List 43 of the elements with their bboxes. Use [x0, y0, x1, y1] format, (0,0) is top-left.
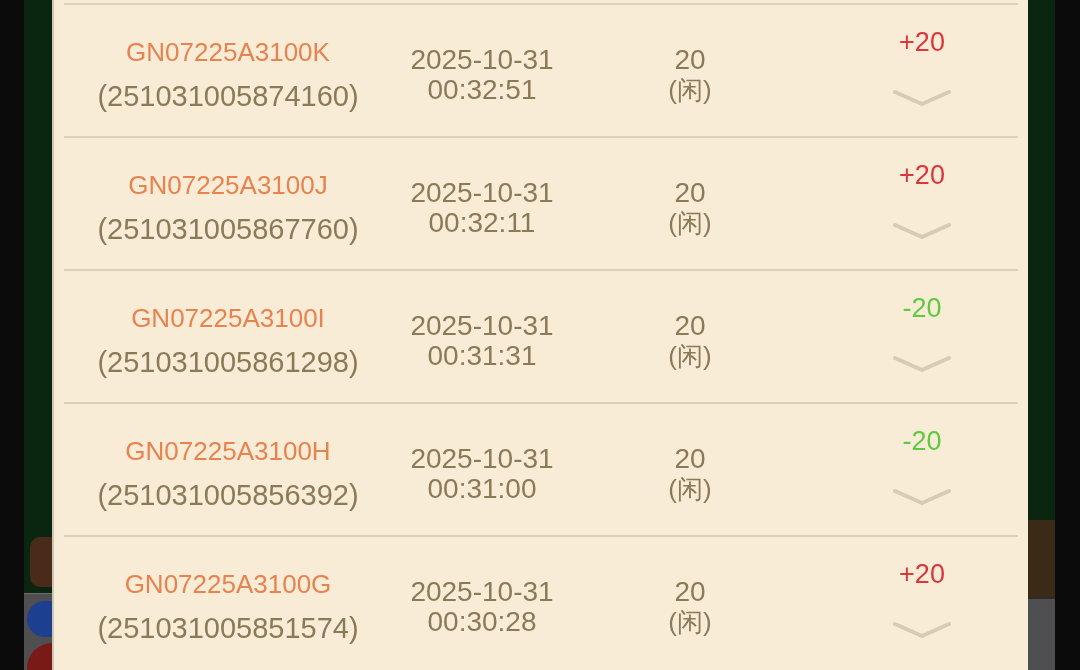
expand-chevron-icon[interactable]: [893, 222, 951, 240]
bet-time: 00:30:28: [427, 607, 537, 637]
bet-date: 2025-10-31: [410, 311, 554, 341]
result-amount: +20: [899, 159, 945, 191]
round-code: GN07225A3100J: [128, 169, 328, 201]
bet-amount: 20: [674, 45, 706, 75]
bet-time: 00:31:31: [427, 341, 537, 371]
bet-date: 2025-10-31: [410, 444, 554, 474]
order-number: (251031005861298): [97, 345, 359, 380]
expand-chevron-icon[interactable]: [893, 355, 951, 373]
bet-amount: 20: [674, 577, 706, 607]
round-badge-icon: [27, 643, 52, 670]
round-code: GN07225A3100H: [125, 435, 331, 467]
bet-date: 2025-10-31: [410, 45, 554, 75]
bet-date: 2025-10-31: [410, 577, 554, 607]
result-amount: +20: [899, 558, 945, 590]
bet-date: 2025-10-31: [410, 178, 554, 208]
bet-time: 00:32:11: [428, 208, 536, 238]
order-number: (251031005856392): [97, 478, 359, 513]
bet-amount: 20: [674, 444, 706, 474]
bet-side: (闲): [668, 474, 712, 504]
bet-amount: 20: [674, 311, 706, 341]
bet-side: (闲): [668, 341, 712, 371]
expand-chevron-icon[interactable]: [893, 621, 951, 639]
result-amount: -20: [902, 292, 942, 324]
order-number: (251031005874160): [97, 79, 359, 114]
order-number: (251031005851574): [97, 611, 359, 646]
round-code: GN07225A3100K: [126, 36, 330, 68]
bet-time: 00:32:51: [427, 75, 537, 105]
round-code: GN07225A3100I: [131, 302, 325, 334]
bet-amount: 20: [674, 178, 706, 208]
round-code: GN07225A3100G: [124, 568, 332, 600]
edge-block: [30, 537, 52, 587]
result-amount: -20: [902, 425, 942, 457]
bet-side: (闲): [668, 607, 712, 637]
result-amount: +20: [899, 26, 945, 58]
order-number: (251031005867760): [97, 212, 359, 247]
round-badge-icon: [27, 601, 52, 637]
bet-side: (闲): [668, 75, 712, 105]
bet-side: (闲): [668, 208, 712, 238]
expand-chevron-icon[interactable]: [893, 488, 951, 506]
bet-time: 00:31:00: [427, 474, 537, 504]
expand-chevron-icon[interactable]: [893, 89, 951, 107]
